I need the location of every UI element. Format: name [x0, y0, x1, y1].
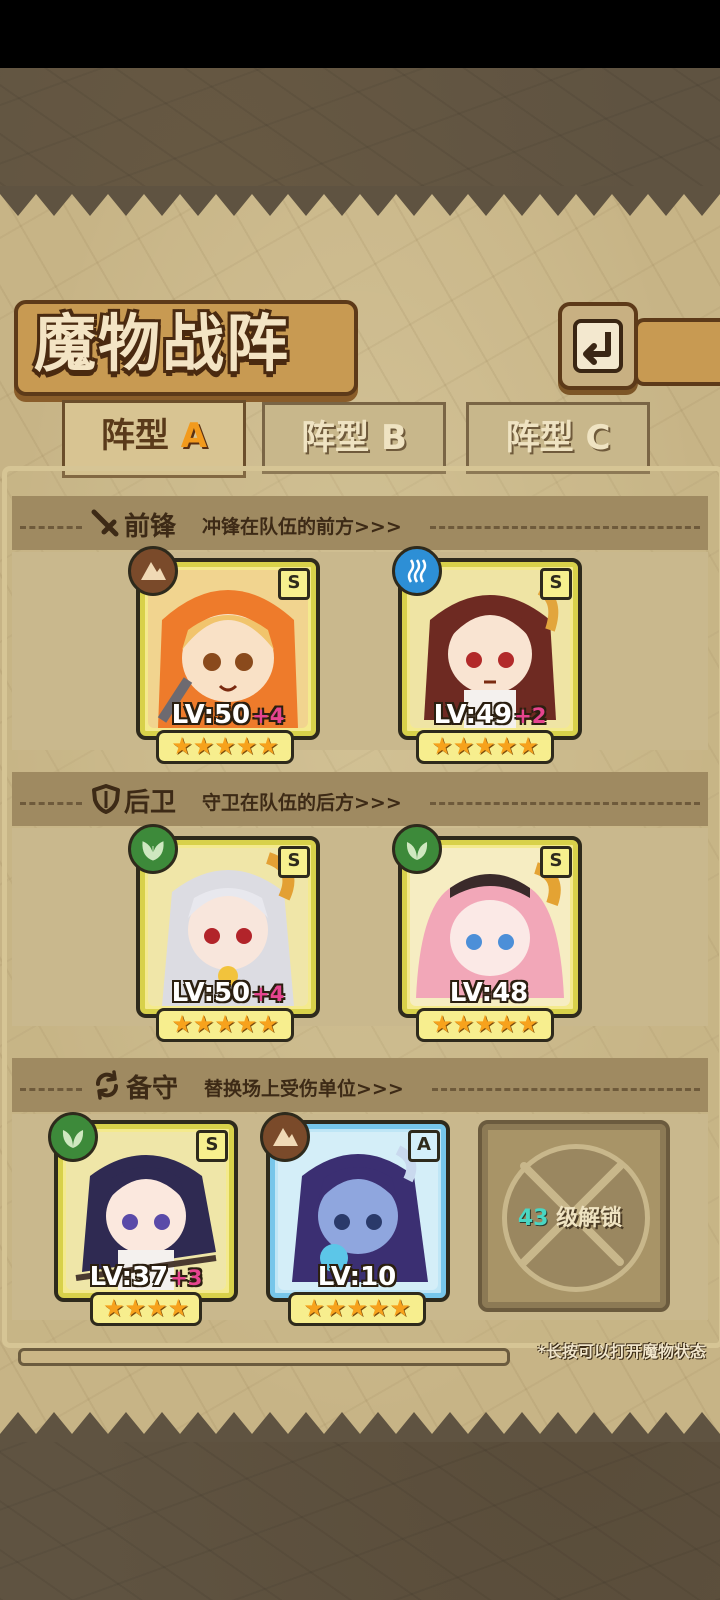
star-rating: ★★★★★: [288, 1292, 426, 1326]
star-rating: ★★★★: [90, 1292, 202, 1326]
level-label: LV:50+4: [171, 700, 285, 730]
level-label: LV:49+2: [433, 700, 547, 730]
shield-icon: [92, 784, 120, 814]
element-plant-icon: [128, 824, 178, 874]
panel-top-edge: [0, 186, 720, 216]
page-title: 魔物战阵: [34, 307, 291, 380]
panel-bottom-edge: [0, 1412, 720, 1442]
rank-badge: S: [196, 1130, 228, 1162]
star-rating: ★★★★★: [156, 730, 294, 764]
rear-row: [12, 828, 708, 1026]
rear-section-subtitle: 守卫在队伍的后方>>>: [202, 792, 402, 814]
level-bonus: +3: [170, 1266, 203, 1290]
tab-label: 阵型: [301, 418, 370, 458]
tab-letter: B: [380, 418, 407, 458]
reserve-section-title: 备守: [126, 1074, 179, 1104]
rank-badge: S: [540, 568, 572, 600]
element-water-icon: [392, 546, 442, 596]
element-plant-icon: [48, 1112, 98, 1162]
star-rating: ★★★★★: [416, 1008, 554, 1042]
element-earth-icon: [260, 1112, 310, 1162]
tab-formation-c[interactable]: 阵型 C: [466, 402, 650, 474]
reserve-section-subtitle: 替换场上受伤单位>>>: [204, 1078, 404, 1100]
level-bonus: +2: [514, 704, 547, 728]
swap-icon: [96, 1070, 118, 1100]
rank-badge: S: [278, 568, 310, 600]
front-section-subtitle: 冲锋在队伍的前方>>>: [202, 516, 402, 538]
level-label: LV:10: [317, 1262, 397, 1292]
level-bonus: +4: [252, 982, 285, 1006]
level-label: LV:50+4: [171, 978, 285, 1008]
unlock-label: 级解锁: [556, 1206, 623, 1231]
locked-slot[interactable]: 43 级解锁: [478, 1120, 670, 1312]
header-side-bar: [634, 318, 720, 386]
return-arrow-icon: [573, 319, 623, 373]
tab-label: 阵型: [100, 416, 169, 456]
unlock-level: 43: [517, 1206, 549, 1231]
tab-letter: A: [180, 416, 208, 456]
unlock-requirement: 43 级解锁: [482, 1200, 658, 1232]
level-label: LV:48: [449, 978, 529, 1008]
bottom-rail: [18, 1348, 510, 1366]
star-rating: ★★★★★: [156, 1008, 294, 1042]
status-bar: [0, 0, 720, 68]
front-row: [12, 552, 708, 750]
sword-icon: [91, 509, 119, 537]
tab-formation-b[interactable]: 阵型 B: [262, 402, 446, 474]
level-bonus: +4: [252, 704, 285, 728]
tab-label: 阵型: [505, 418, 574, 458]
tab-letter: C: [585, 418, 611, 458]
rank-badge: A: [408, 1130, 440, 1162]
element-plant-icon: [392, 824, 442, 874]
rear-section-title: 后卫: [124, 788, 177, 818]
element-earth-icon: [128, 546, 178, 596]
front-section-title: 前锋: [124, 512, 177, 542]
rank-badge: S: [540, 846, 572, 878]
back-button[interactable]: [558, 302, 638, 390]
hint-text: *长按可以打开魔物状态: [537, 1342, 706, 1361]
level-label: LV:37+3: [89, 1262, 203, 1292]
rank-badge: S: [278, 846, 310, 878]
star-rating: ★★★★★: [416, 730, 554, 764]
